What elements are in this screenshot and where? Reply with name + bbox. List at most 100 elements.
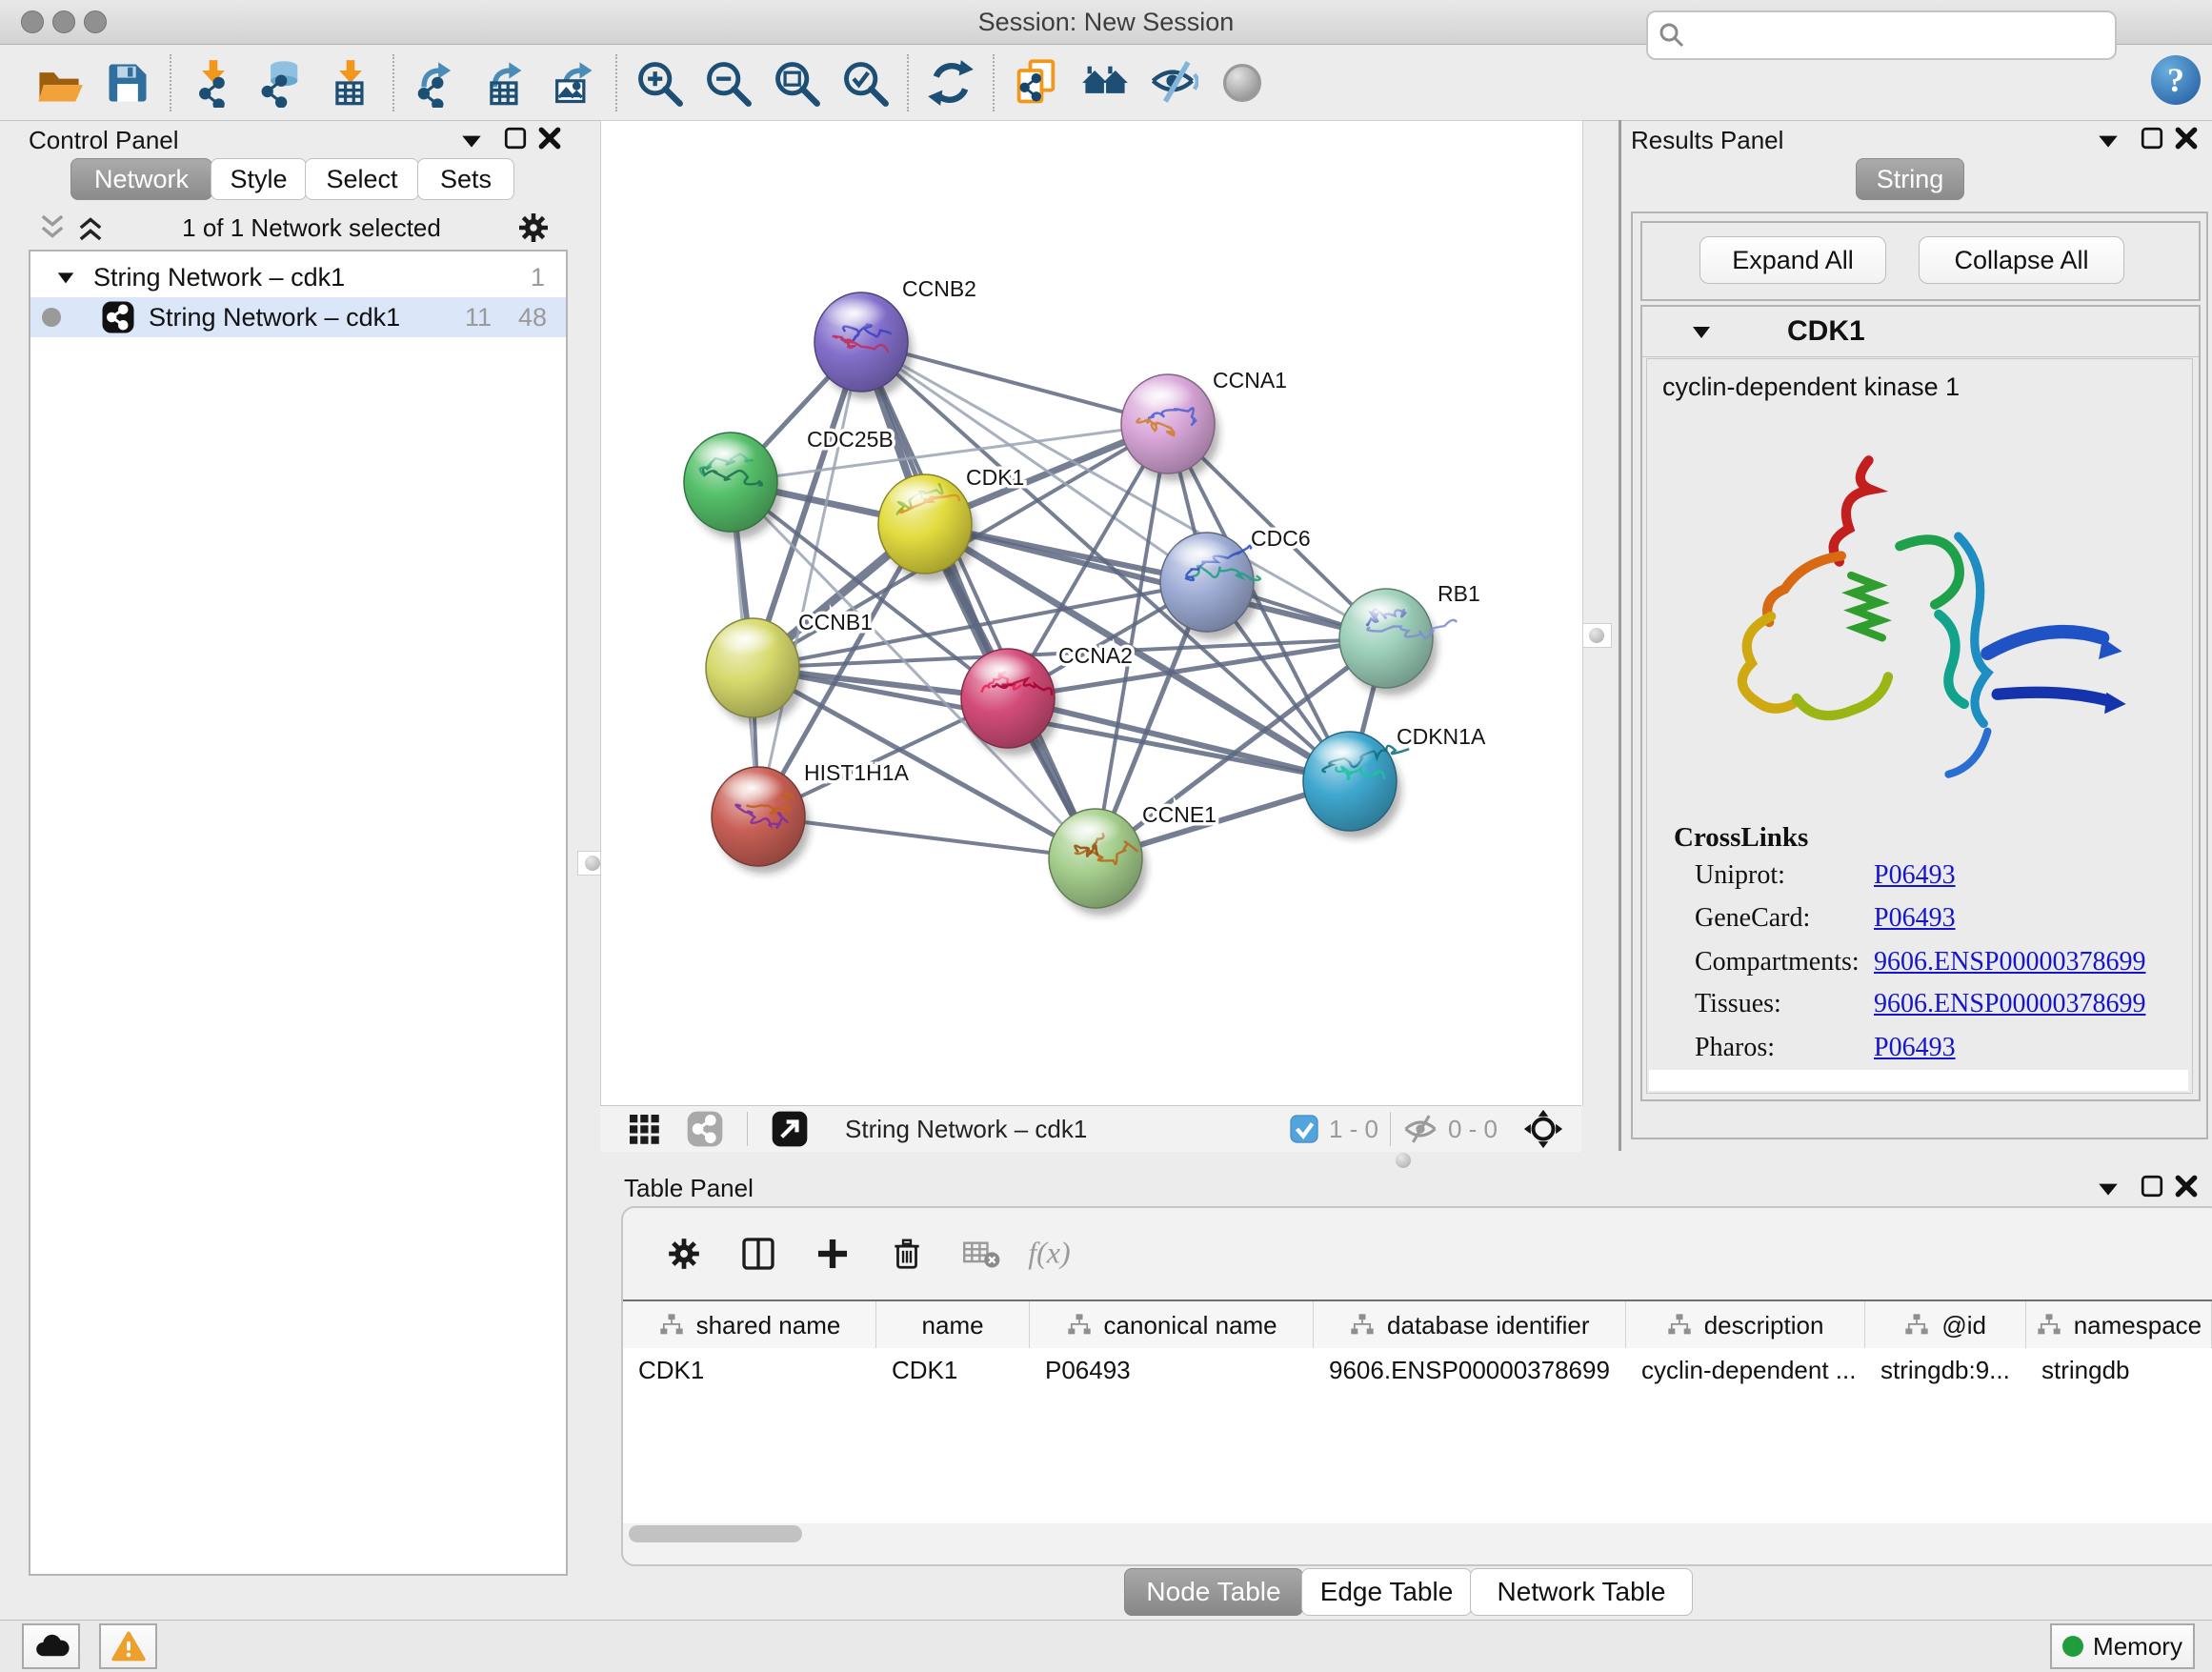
network-tree-child-row[interactable]: String Network – cdk1 11 48 (30, 297, 566, 337)
tab-network-table[interactable]: Network Table (1470, 1568, 1693, 1616)
network-node-CCNE1[interactable] (1049, 809, 1147, 916)
tab-select[interactable]: Select (305, 158, 419, 200)
tab-sets[interactable]: Sets (417, 158, 514, 200)
cloud-button[interactable] (22, 1623, 80, 1669)
collapse-all-button[interactable]: Collapse All (1919, 236, 2124, 284)
crosslink-value-link[interactable]: P06493 (1874, 903, 1956, 934)
table-cell[interactable]: cyclin-dependent ... (1626, 1348, 1865, 1392)
save-session-button[interactable] (93, 52, 162, 113)
export-image-button[interactable] (539, 52, 608, 113)
table-cell[interactable]: P06493 (1030, 1348, 1314, 1392)
crosslink-value-link[interactable]: 9606.ENSP00000378699 (1874, 947, 2145, 977)
function-builder-button[interactable]: f(x) (1025, 1227, 1086, 1280)
column-namespace-icon (1666, 1313, 1693, 1338)
network-node-CDK1[interactable] (878, 474, 976, 581)
expand-all-button[interactable]: Expand All (1699, 236, 1886, 284)
network-node-CDKN1A[interactable] (1303, 732, 1409, 838)
export-network-to-file-button[interactable] (402, 52, 471, 113)
import-network-from-file-button[interactable] (179, 52, 248, 113)
control-panel-collapse-button[interactable] (459, 128, 484, 152)
expand-all-networks-button[interactable] (74, 212, 107, 244)
column-header-namespace[interactable]: namespace (2026, 1301, 2212, 1349)
memory-button[interactable]: Memory (2050, 1623, 2195, 1669)
right-splitter-handle[interactable] (1581, 623, 1612, 648)
network-edge-CCNB2-HIST1H1A[interactable] (758, 342, 861, 816)
table-cell[interactable]: CDK1 (876, 1348, 1030, 1392)
detach-view-button[interactable] (759, 1102, 820, 1156)
table-cell[interactable]: stringdb (2026, 1348, 2212, 1392)
tab-style[interactable]: Style (211, 158, 307, 200)
show-columns-button[interactable] (728, 1227, 789, 1280)
zoom-selected-button[interactable] (831, 52, 899, 113)
open-session-button[interactable] (25, 52, 93, 113)
network-view-type-button[interactable] (674, 1102, 735, 1156)
delete-column-button[interactable] (876, 1227, 937, 1280)
hidden-toggle-button[interactable] (1402, 1113, 1438, 1145)
add-column-button[interactable] (802, 1227, 863, 1280)
tab-edge-table[interactable]: Edge Table (1301, 1568, 1472, 1616)
tab-string[interactable]: String (1856, 158, 1964, 200)
help-icon: ? (2149, 53, 2202, 107)
import-network-from-database-button[interactable] (248, 52, 316, 113)
warnings-button[interactable] (99, 1623, 157, 1669)
crosslink-value-link[interactable]: 9606.ENSP00000378699 (1874, 989, 2145, 1019)
table-row[interactable]: CDK1CDK1P064939606.ENSP00000378699cyclin… (623, 1348, 2212, 1392)
refresh-view-button[interactable] (916, 52, 985, 113)
zoom-out-button[interactable] (694, 52, 762, 113)
column-header-canonical-name[interactable]: canonical name (1030, 1301, 1314, 1349)
show-all-networks-button[interactable] (1071, 52, 1139, 113)
table-horizontal-scrollbar[interactable] (629, 1525, 802, 1542)
network-canvas[interactable]: CCNB2CCNA1CDC25BCDK1CDC6RB1CCNB1CCNA2CDK… (600, 120, 1583, 1106)
results-panel-close-button[interactable] (2174, 126, 2199, 151)
zoom-in-button[interactable] (625, 52, 694, 113)
tab-node-table[interactable]: Node Table (1124, 1568, 1303, 1616)
network-node-CCNA2[interactable] (961, 649, 1059, 755)
network-options-button[interactable] (516, 211, 551, 245)
table-panel-close-button[interactable] (2174, 1174, 2199, 1199)
column-header-shared-name[interactable]: shared name (623, 1301, 876, 1349)
birds-eye-view-button[interactable] (1513, 1102, 1574, 1156)
section-collapse-button[interactable] (1690, 320, 1713, 343)
network-node-CDC25B[interactable] (684, 433, 782, 539)
column-header--id[interactable]: @id (1865, 1301, 2026, 1349)
table-cell[interactable]: stringdb:9... (1865, 1348, 2026, 1392)
network-tree-root-row[interactable]: String Network – cdk1 1 (30, 257, 566, 297)
table-options-button[interactable] (654, 1227, 714, 1280)
close-window-button[interactable] (21, 10, 44, 33)
collapse-all-networks-button[interactable] (36, 212, 69, 244)
column-header-database-identifier[interactable]: database identifier (1314, 1301, 1626, 1349)
bottom-splitter-handle[interactable] (1396, 1153, 1411, 1168)
export-table-to-file-button[interactable] (471, 52, 539, 113)
results-panel-collapse-button[interactable] (2096, 128, 2121, 152)
import-table-from-file-button[interactable] (316, 52, 385, 113)
network-node-CCNB2[interactable] (814, 292, 913, 399)
table-cell[interactable]: CDK1 (623, 1348, 876, 1392)
tab-network[interactable]: Network (70, 158, 212, 200)
highlight-button[interactable] (1208, 52, 1277, 113)
crosslink-value-link[interactable]: P06493 (1874, 860, 1956, 891)
delete-table-button[interactable] (951, 1227, 1012, 1280)
selected-checkbox[interactable] (1289, 1114, 1319, 1144)
search-input[interactable] (1696, 15, 2115, 55)
table-panel-float-button[interactable] (2140, 1174, 2164, 1199)
table-panel-collapse-button[interactable] (2096, 1176, 2121, 1200)
network-node-HIST1H1A[interactable] (712, 767, 810, 874)
maximize-window-button[interactable] (84, 10, 107, 33)
control-panel-close-button[interactable] (537, 126, 562, 151)
hide-selected-button[interactable] (1139, 52, 1208, 113)
table-cell[interactable]: 9606.ENSP00000378699 (1314, 1348, 1626, 1392)
column-header-name[interactable]: name (876, 1301, 1030, 1349)
zoom-fit-button[interactable] (762, 52, 831, 113)
clone-network-button[interactable] (1002, 52, 1071, 113)
grid-view-button[interactable] (613, 1102, 674, 1156)
column-header-description[interactable]: description (1626, 1301, 1865, 1349)
network-node-CCNA1[interactable] (1121, 374, 1219, 481)
results-scroll-strip[interactable] (1649, 1070, 2188, 1091)
results-panel-float-button[interactable] (2140, 126, 2164, 151)
search-box[interactable] (1646, 10, 2117, 60)
crosslink-value-link[interactable]: P06493 (1874, 1033, 1956, 1063)
control-panel-float-button[interactable] (503, 126, 528, 151)
tree-expand-icon[interactable] (55, 267, 76, 288)
minimize-window-button[interactable] (52, 10, 75, 33)
help-button[interactable]: ? (2149, 53, 2202, 107)
